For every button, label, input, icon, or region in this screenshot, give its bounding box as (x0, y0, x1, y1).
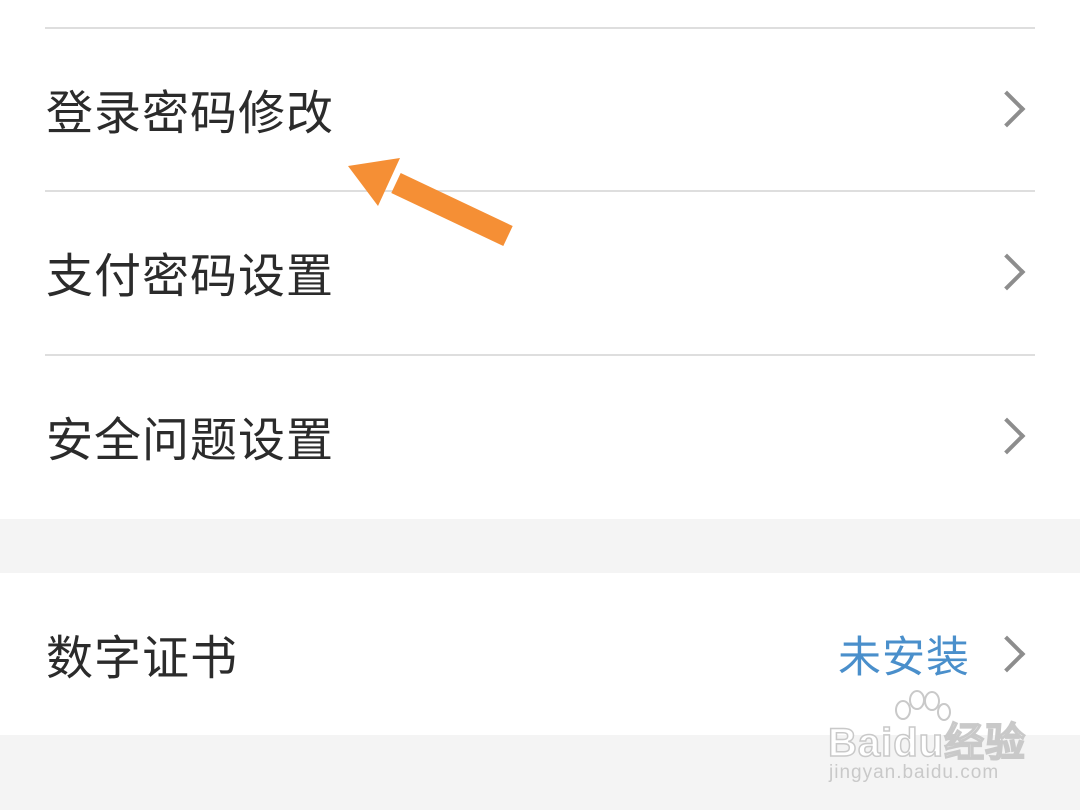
orange-arrow-icon (348, 158, 513, 246)
